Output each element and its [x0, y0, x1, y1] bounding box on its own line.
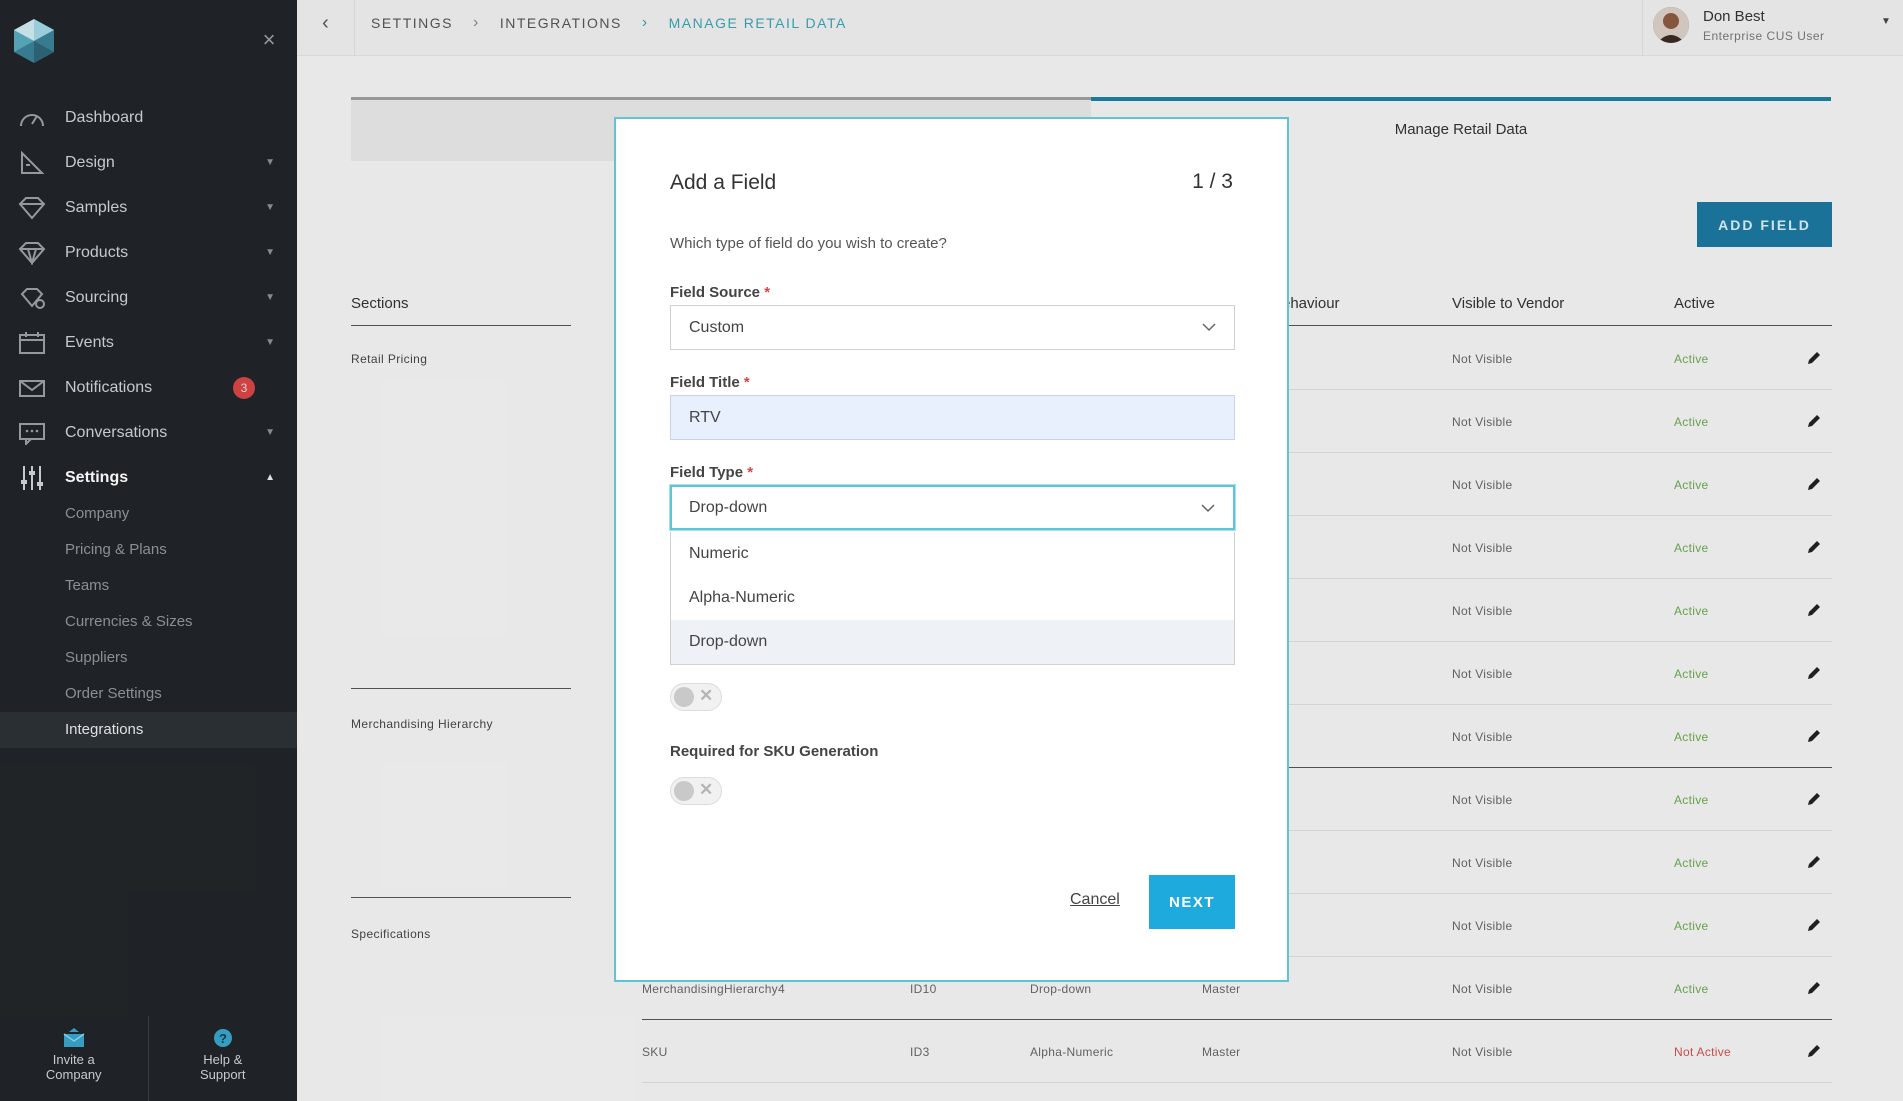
field-title-input[interactable]: RTV — [670, 395, 1235, 440]
field-source-value: Custom — [689, 319, 745, 336]
toggle-knob — [674, 687, 694, 707]
field-type-select[interactable]: Drop-down — [670, 485, 1235, 530]
field-source-select[interactable]: Custom — [670, 305, 1235, 350]
sku-generation-label: Required for SKU Generation — [670, 743, 879, 760]
modal-question: Which type of field do you wish to creat… — [670, 235, 947, 252]
close-icon: ✕ — [699, 686, 714, 705]
field-type-option-alpha-numeric[interactable]: Alpha-Numeric — [671, 576, 1234, 620]
modal-step-indicator: 1 / 3 — [1192, 170, 1233, 193]
add-field-modal: Add a Field 1 / 3 Which type of field do… — [614, 117, 1289, 982]
next-button[interactable]: NEXT — [1149, 875, 1235, 929]
field-type-value: Drop-down — [689, 499, 768, 516]
field-type-label: Field Type * — [670, 464, 754, 481]
modal-title: Add a Field — [670, 171, 777, 194]
toggle-knob — [674, 781, 694, 801]
close-icon: ✕ — [699, 780, 714, 799]
sku-generation-toggle[interactable]: ✕ — [670, 777, 722, 805]
field-type-option-drop-down[interactable]: Drop-down — [671, 620, 1234, 664]
cancel-button[interactable]: Cancel — [1070, 891, 1120, 909]
field-type-dropdown: Numeric Alpha-Numeric Drop-down — [670, 532, 1235, 665]
field-source-label: Field Source * — [670, 284, 771, 301]
field-title-label: Field Title * — [670, 374, 750, 391]
toggle-switch[interactable]: ✕ — [670, 683, 722, 711]
field-title-value: RTV — [689, 409, 721, 426]
field-type-option-numeric[interactable]: Numeric — [671, 532, 1234, 576]
chevron-down-icon — [1202, 323, 1216, 332]
chevron-down-icon — [1201, 504, 1215, 513]
